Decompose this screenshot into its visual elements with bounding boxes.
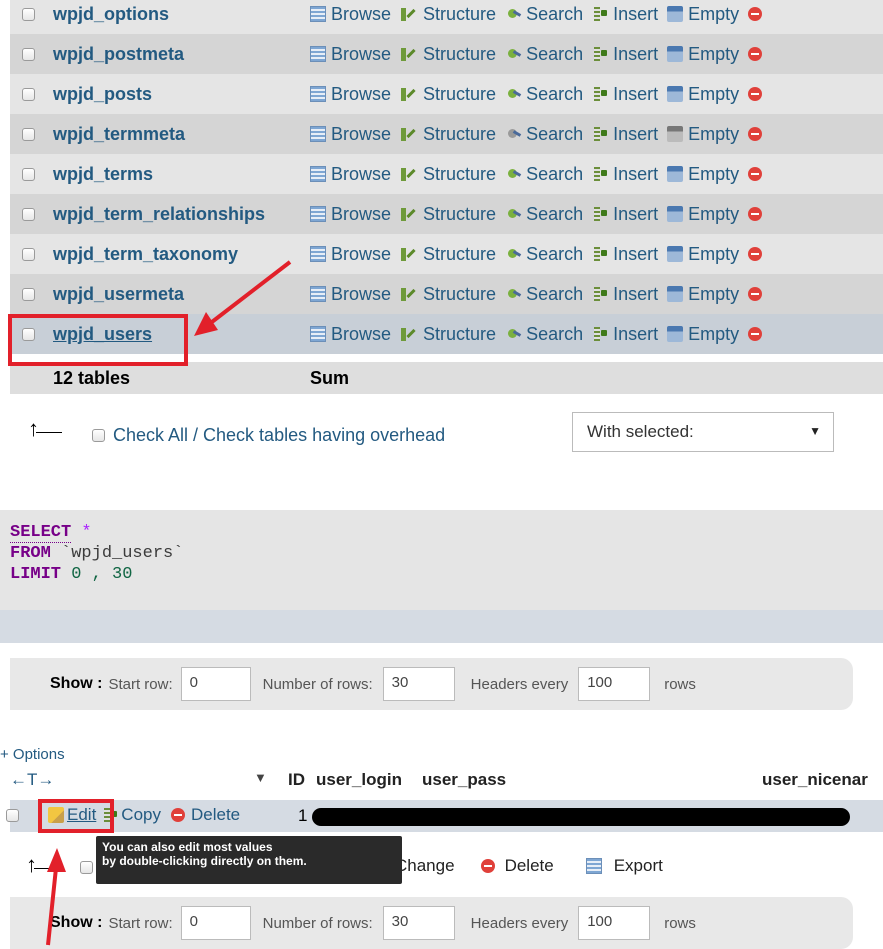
- arrow-to-users-table: [194, 260, 292, 336]
- annotation-arrows: [46, 260, 292, 946]
- arrow-to-edit-link: [46, 848, 66, 946]
- users-table-highlight-box: [8, 314, 188, 366]
